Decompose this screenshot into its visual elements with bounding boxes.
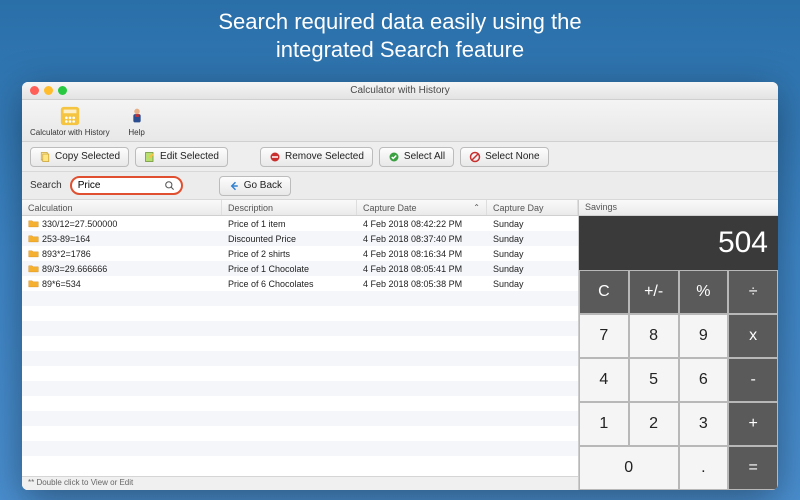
table-row (22, 381, 578, 396)
calc-key-0[interactable]: 0 (579, 446, 679, 490)
help-icon (126, 105, 148, 127)
calculator-icon (59, 105, 81, 127)
titlebar: Calculator with History (22, 82, 778, 100)
calc-key-[interactable]: % (679, 270, 729, 314)
check-icon (388, 151, 400, 163)
table-row (22, 411, 578, 426)
calc-key-8[interactable]: 8 (629, 314, 679, 358)
search-label: Search (30, 180, 62, 191)
table-row[interactable]: 893*2=1786Price of 2 shirts4 Feb 2018 08… (22, 246, 578, 261)
edit-selected-button[interactable]: Edit Selected (135, 147, 228, 167)
calc-key-3[interactable]: 3 (679, 402, 729, 446)
edit-icon (144, 151, 156, 163)
remove-selected-button[interactable]: Remove Selected (260, 147, 373, 167)
table-row (22, 366, 578, 381)
select-none-button[interactable]: Select None (460, 147, 548, 167)
calc-key-[interactable]: . (679, 446, 729, 490)
table-row (22, 291, 578, 306)
calc-key-9[interactable]: 9 (679, 314, 729, 358)
table-row (22, 396, 578, 411)
search-icon[interactable] (164, 180, 175, 191)
table-row (22, 321, 578, 336)
col-description[interactable]: Description (222, 200, 357, 215)
calc-header: Savings (579, 200, 778, 216)
sort-asc-icon: ⌃ (473, 203, 480, 212)
forbidden-icon (469, 151, 481, 163)
history-list: Calculation Description Capture Date⌃ Ca… (22, 200, 578, 490)
calc-display: 504 (579, 216, 778, 270)
go-back-button[interactable]: Go Back (219, 176, 291, 196)
select-all-button[interactable]: Select All (379, 147, 454, 167)
window-title: Calculator with History (22, 85, 778, 96)
table-row[interactable]: 330/12=27.500000Price of 1 item4 Feb 201… (22, 216, 578, 231)
search-row: Search Go Back (22, 172, 778, 200)
app-toolbar: Calculator with History Help (22, 100, 778, 142)
calc-key-[interactable]: = (728, 446, 778, 490)
table-row (22, 426, 578, 441)
copy-icon (39, 151, 51, 163)
search-input[interactable] (78, 180, 158, 191)
footer-hint: ** Double click to View or Edit (22, 476, 578, 490)
calc-key-5[interactable]: 5 (629, 358, 679, 402)
col-calculation[interactable]: Calculation (22, 200, 222, 215)
table-row[interactable]: 89*6=534Price of 6 Chocolates4 Feb 2018 … (22, 276, 578, 291)
search-box (70, 176, 183, 195)
table-row (22, 306, 578, 321)
table-row[interactable]: 253-89=164Discounted Price4 Feb 2018 08:… (22, 231, 578, 246)
table-row (22, 441, 578, 456)
calc-key-[interactable]: + (728, 402, 778, 446)
col-capture-date[interactable]: Capture Date⌃ (357, 200, 487, 215)
calc-key-1[interactable]: 1 (579, 402, 629, 446)
calc-key-6[interactable]: 6 (679, 358, 729, 402)
calc-key-7[interactable]: 7 (579, 314, 629, 358)
promo-banner: Search required data easily using the in… (0, 0, 800, 67)
calc-key-[interactable]: ÷ (728, 270, 778, 314)
calculator-panel: Savings 504 C+/-%÷ 789x 456- 123+0.= (578, 200, 778, 490)
help-button[interactable]: Help (118, 103, 156, 139)
back-arrow-icon (228, 180, 240, 192)
table-row (22, 351, 578, 366)
table-row (22, 336, 578, 351)
col-capture-day[interactable]: Capture Day (487, 200, 578, 215)
calc-key-[interactable]: +/- (629, 270, 679, 314)
table-row[interactable]: 89/3=29.666666Price of 1 Chocolate4 Feb … (22, 261, 578, 276)
calc-key-x[interactable]: x (728, 314, 778, 358)
calc-key-2[interactable]: 2 (629, 402, 679, 446)
remove-icon (269, 151, 281, 163)
table-row (22, 456, 578, 471)
calc-key-4[interactable]: 4 (579, 358, 629, 402)
column-headers: Calculation Description Capture Date⌃ Ca… (22, 200, 578, 216)
calc-key-[interactable]: - (728, 358, 778, 402)
app-icon-button[interactable]: Calculator with History (22, 103, 118, 139)
action-toolbar: Copy Selected Edit Selected Remove Selec… (22, 142, 778, 172)
copy-selected-button[interactable]: Copy Selected (30, 147, 129, 167)
calc-key-c[interactable]: C (579, 270, 629, 314)
app-window: Calculator with History Calculator with … (22, 82, 778, 490)
